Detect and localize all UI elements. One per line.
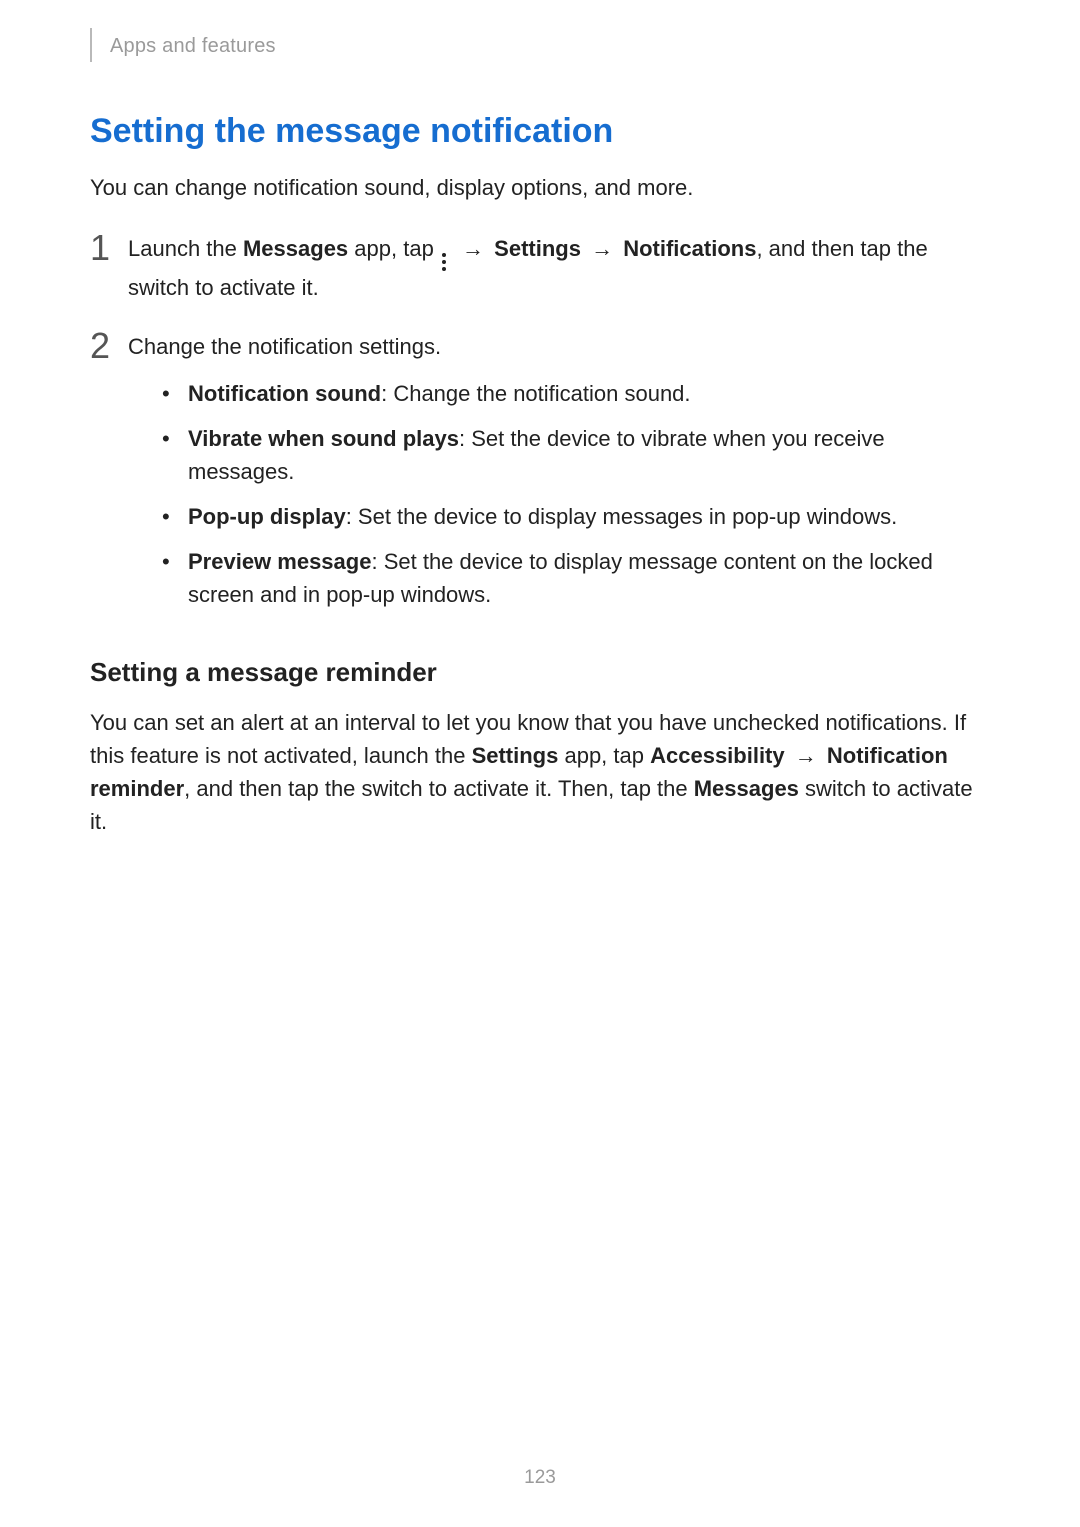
step-body: Change the notification settings. Notifi… bbox=[128, 330, 990, 623]
option-desc: : Set the device to display messages in … bbox=[346, 504, 898, 529]
text: app, tap bbox=[348, 236, 440, 261]
header-divider bbox=[90, 28, 92, 62]
steps-list: 1 Launch the Messages app, tap → Setting… bbox=[90, 232, 990, 623]
arrow-right-icon: → bbox=[458, 232, 488, 265]
option-label: Notification sound bbox=[188, 381, 381, 406]
step-body: Launch the Messages app, tap → Settings … bbox=[128, 232, 990, 304]
menu-accessibility: Accessibility bbox=[650, 743, 785, 768]
arrow-right-icon: → bbox=[791, 739, 821, 772]
page-number: 123 bbox=[0, 1467, 1080, 1489]
option-label: Vibrate when sound plays bbox=[188, 426, 459, 451]
menu-settings: Settings bbox=[494, 236, 581, 261]
app-settings: Settings bbox=[472, 743, 559, 768]
reminder-paragraph: You can set an alert at an interval to l… bbox=[90, 706, 990, 838]
step-number: 2 bbox=[90, 328, 128, 364]
running-header: Apps and features bbox=[90, 30, 990, 62]
text: Change the notification settings. bbox=[128, 334, 441, 359]
step-1: 1 Launch the Messages app, tap → Setting… bbox=[90, 232, 990, 304]
text: Launch the bbox=[128, 236, 243, 261]
header-title: Apps and features bbox=[110, 35, 276, 58]
list-item: Vibrate when sound plays: Set the device… bbox=[162, 422, 990, 488]
arrow-right-icon: → bbox=[587, 232, 617, 265]
document-page: Apps and features Setting the message no… bbox=[0, 0, 1080, 1527]
option-desc: : Change the notification sound. bbox=[381, 381, 690, 406]
bullet-list: Notification sound: Change the notificat… bbox=[128, 377, 990, 611]
switch-messages: Messages bbox=[694, 776, 799, 801]
more-options-icon bbox=[442, 253, 448, 271]
step-number: 1 bbox=[90, 230, 128, 266]
list-item: Pop-up display: Set the device to displa… bbox=[162, 500, 990, 533]
intro-paragraph: You can change notification sound, displ… bbox=[90, 173, 990, 204]
option-label: Pop-up display bbox=[188, 504, 346, 529]
app-name: Messages bbox=[243, 236, 348, 261]
list-item: Preview message: Set the device to displ… bbox=[162, 545, 990, 611]
text: , and then tap the switch to activate it… bbox=[184, 776, 694, 801]
list-item: Notification sound: Change the notificat… bbox=[162, 377, 990, 410]
option-label: Preview message bbox=[188, 549, 371, 574]
subheading: Setting a message reminder bbox=[90, 657, 990, 688]
step-2: 2 Change the notification settings. Noti… bbox=[90, 330, 990, 623]
text: app, tap bbox=[558, 743, 650, 768]
menu-notifications: Notifications bbox=[623, 236, 756, 261]
page-title: Setting the message notification bbox=[90, 112, 990, 151]
